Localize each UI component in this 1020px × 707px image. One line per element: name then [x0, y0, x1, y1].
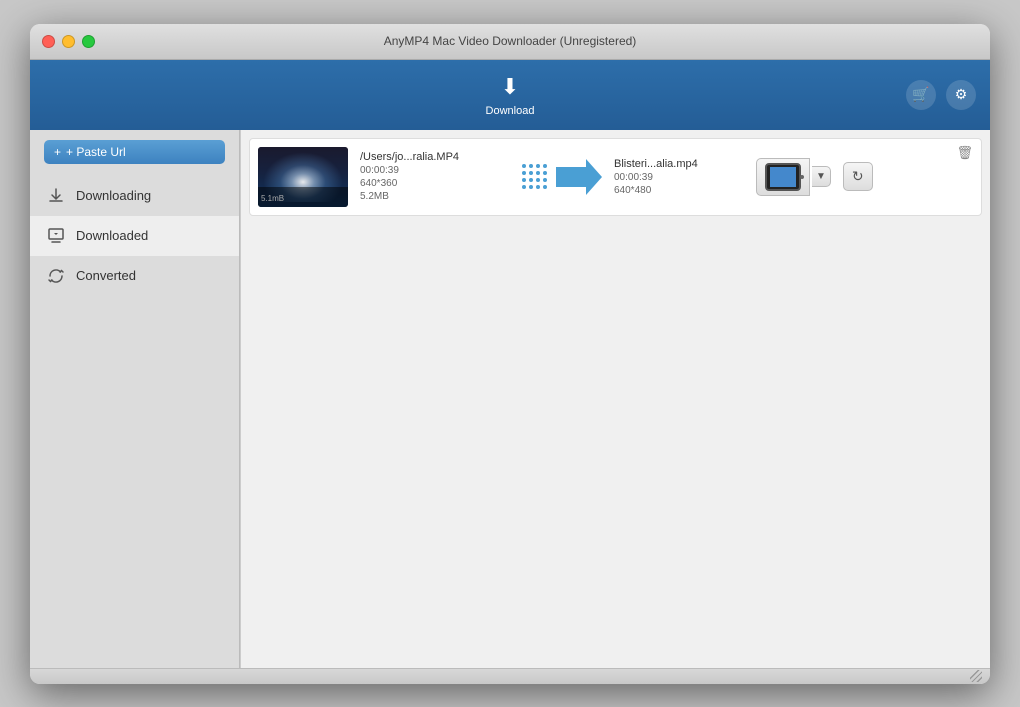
output-filename: Blisteri...alia.mp4: [614, 158, 744, 170]
ipad-icon: [765, 163, 801, 191]
minimize-button[interactable]: [62, 35, 75, 48]
media-item-row: 5.1mB /Users/jo...ralia.MP4 00:00:39 640…: [249, 138, 982, 216]
sidebar: + + Paste Url Downloading: [30, 130, 240, 668]
window-title: AnyMP4 Mac Video Downloader (Unregistere…: [384, 34, 637, 48]
source-info: /Users/jo...ralia.MP4 00:00:39 640*360 5…: [360, 151, 510, 202]
downloaded-label: Downloaded: [76, 228, 148, 243]
media-thumbnail: 5.1mB: [258, 147, 348, 207]
download-icon: ⬇: [496, 73, 524, 101]
source-filename: /Users/jo...ralia.MP4: [360, 151, 510, 163]
output-duration: 00:00:39: [614, 172, 744, 183]
converted-label: Converted: [76, 268, 136, 283]
source-duration: 00:00:39: [360, 165, 510, 176]
content-area: 5.1mB /Users/jo...ralia.MP4 00:00:39 640…: [240, 130, 990, 668]
resize-handle[interactable]: [970, 670, 982, 682]
paste-url-button[interactable]: + + Paste Url: [44, 140, 225, 164]
close-button[interactable]: [42, 35, 55, 48]
toolbar: ⬇ Download 🛒 ⚙: [30, 60, 990, 130]
sidebar-item-downloading[interactable]: Downloading: [30, 176, 239, 216]
convert-action-button[interactable]: ↻: [843, 162, 873, 191]
sidebar-item-converted[interactable]: Converted: [30, 256, 239, 296]
downloading-icon: [46, 186, 66, 206]
titlebar: AnyMP4 Mac Video Downloader (Unregistere…: [30, 24, 990, 60]
download-label: Download: [486, 105, 535, 117]
maximize-button[interactable]: [82, 35, 95, 48]
delete-button[interactable]: 🗑: [956, 145, 973, 161]
trash-icon: 🗑: [956, 145, 973, 160]
format-select-button[interactable]: [756, 158, 810, 196]
settings-icon-button[interactable]: ⚙: [946, 80, 976, 110]
bottom-bar: [30, 668, 990, 684]
app-window: AnyMP4 Mac Video Downloader (Unregistere…: [30, 24, 990, 684]
download-tab-button[interactable]: ⬇ Download: [472, 67, 549, 123]
main-content: + + Paste Url Downloading: [30, 130, 990, 668]
converted-icon: [46, 266, 66, 286]
format-dropdown-arrow[interactable]: ▼: [812, 166, 831, 187]
paste-icon: +: [54, 145, 61, 159]
traffic-lights: [42, 35, 95, 48]
settings-icon: ⚙: [955, 86, 968, 103]
cart-icon-button[interactable]: 🛒: [906, 80, 936, 110]
output-resolution: 640*480: [614, 185, 744, 196]
thumb-label: 5.1mB: [261, 194, 284, 203]
convert-arrow: [522, 159, 602, 195]
toolbar-right: 🛒 ⚙: [906, 80, 976, 110]
downloaded-icon: [46, 226, 66, 246]
sidebar-item-downloaded[interactable]: Downloaded: [30, 216, 239, 256]
downloading-label: Downloading: [76, 188, 151, 203]
paste-url-label: + Paste Url: [66, 145, 126, 159]
dots-grid: [522, 164, 548, 190]
cart-icon: 🛒: [912, 86, 929, 103]
output-info: Blisteri...alia.mp4 00:00:39 640*480: [614, 158, 744, 196]
arrow-icon: [556, 159, 602, 195]
format-button-group: ▼: [756, 158, 831, 196]
source-resolution: 640*360: [360, 178, 510, 189]
source-size: 5.2MB: [360, 191, 510, 202]
